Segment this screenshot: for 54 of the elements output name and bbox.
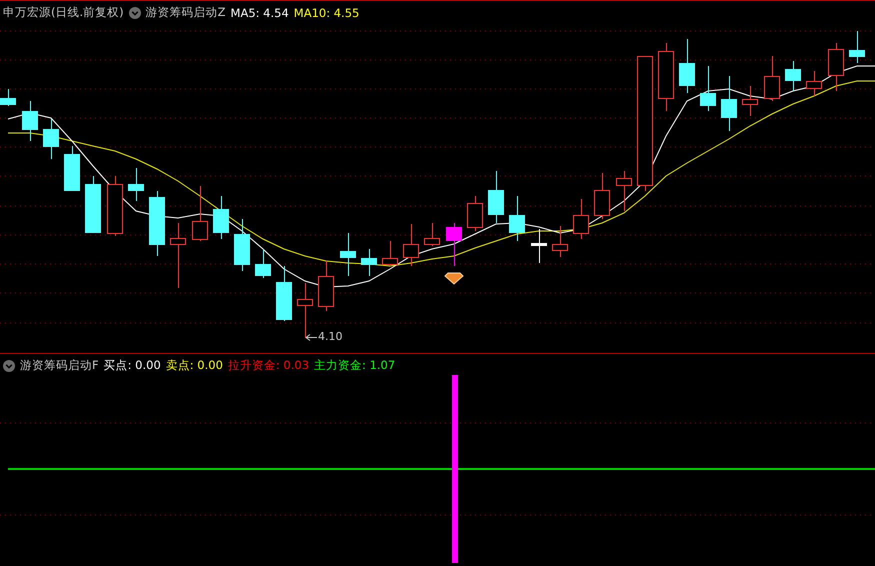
candlestick [192,186,208,242]
candlestick [573,198,589,240]
candlestick [616,170,632,212]
candlestick [700,66,716,112]
candlestick [806,70,822,96]
legend-value: MA10: 4.55 [294,6,360,20]
candlestick [764,56,780,102]
candlestick [679,38,695,94]
candlestick [318,260,334,312]
candlestick [509,196,525,242]
candlestick [22,100,38,142]
legend-value: 主力资金: 1.07 [314,358,396,373]
indicator-name: 游资筹码启动Z [146,5,226,20]
stock-title: 申万宏源(日线.前复权) [3,5,124,20]
candlestick [276,266,292,322]
candlestick [128,168,144,202]
legend-value: 卖点: 0.00 [166,358,223,373]
candlestick [149,190,165,256]
candlestick [107,176,123,236]
candlestick [531,228,547,264]
candlestick [488,170,504,224]
candlestick [297,282,313,338]
diamond-icon [444,272,464,285]
legend-value: 拉升资金: 0.03 [228,358,310,373]
candlestick [467,196,483,232]
candlestick [382,240,398,266]
low-price-label: 4.10 [318,330,342,343]
candlestick [849,30,865,64]
candlestick [85,176,101,234]
candlestick [658,42,674,112]
candlestick [424,222,440,246]
candlestick [361,248,377,276]
candlestick [828,42,844,92]
candlestick [552,226,568,258]
dropdown-icon[interactable] [128,6,141,18]
candlestick [0,88,16,106]
candlestick [403,224,419,266]
candlestick [234,218,250,272]
candlestick [785,60,801,92]
legend-value: 买点: 0.00 [104,358,161,373]
dropdown-icon[interactable] [3,360,15,372]
candlestick [213,196,229,240]
candlestick [43,118,59,160]
legend-value: MA5: 4.54 [230,6,289,20]
candlestick [742,86,758,116]
indicator-name: 游资筹码启动F [20,358,99,373]
candlestick [340,232,356,276]
candlestick [255,248,271,278]
arrow-icon [306,334,318,341]
candlestick [170,222,186,288]
candlestick [721,76,737,132]
candlestick [446,222,462,266]
candlestick [594,172,610,220]
candlestick [64,146,80,192]
